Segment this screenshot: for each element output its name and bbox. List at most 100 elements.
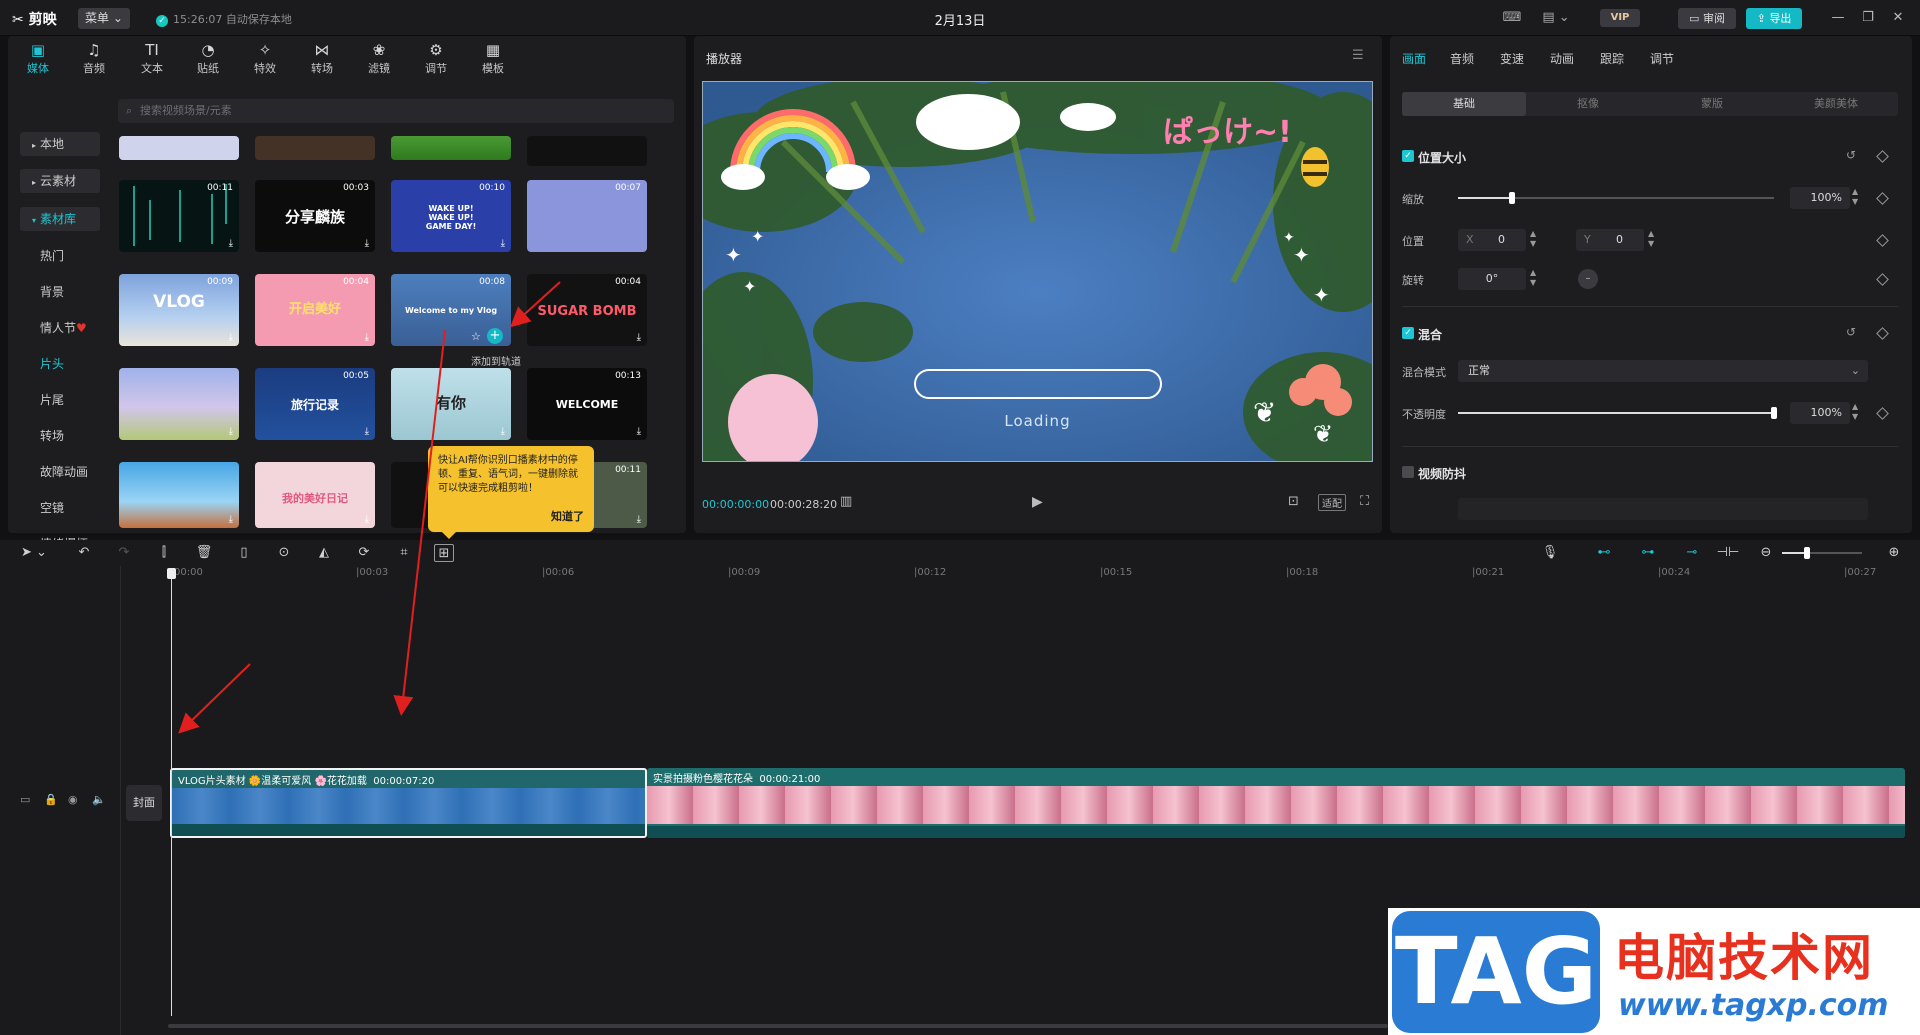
media-thumbnail[interactable]: 开启美好 00:04 ⤓ <box>255 274 375 346</box>
tab-transition[interactable]: ⋈ 转场 <box>296 40 348 78</box>
undo-icon[interactable]: ↶ <box>74 544 94 562</box>
sidebar-item-glitch[interactable]: 故障动画 <box>28 460 108 484</box>
smart-frame-icon[interactable]: ⊞ <box>434 544 454 562</box>
ratio-button[interactable]: 适配 <box>1318 494 1346 511</box>
video-clip-intro[interactable]: VLOG片头素材 🌼温柔可爱风 🌸花花加载 00:00:07:20 <box>170 768 647 838</box>
y-stepper-icon[interactable]: ▲ ▼ <box>1648 229 1654 249</box>
download-icon[interactable]: ⤓ <box>501 426 505 437</box>
sidebar-item-library[interactable]: ▾ 素材库 <box>20 207 100 231</box>
preview-axis-icon[interactable]: ⊣⊢ <box>1716 544 1740 562</box>
media-thumbnail[interactable]: VLOG 00:09 ⤓ <box>119 274 239 346</box>
favorite-icon[interactable]: ☆ <box>471 330 481 343</box>
media-thumbnail[interactable] <box>391 136 511 160</box>
download-icon[interactable]: ⤓ <box>637 514 641 525</box>
media-thumbnail[interactable]: 00:07 <box>527 180 647 252</box>
stabilize-checkbox[interactable] <box>1402 466 1414 478</box>
sidebar-item-valentine[interactable]: 情人节♥ <box>28 316 108 340</box>
tab-text[interactable]: TI 文本 <box>126 40 178 78</box>
scale-input[interactable]: 100% <box>1790 187 1850 209</box>
download-icon[interactable]: ⤓ <box>229 238 233 249</box>
tab-animation[interactable]: 动画 <box>1550 50 1574 67</box>
media-thumbnail[interactable]: SUGAR BOMB 00:04 ⤓ <box>527 274 647 346</box>
scale-knob[interactable] <box>1509 192 1515 204</box>
menu-button[interactable]: 菜单 ⌄ <box>78 8 130 29</box>
download-icon[interactable]: ⤓ <box>365 426 369 437</box>
fullscreen-icon[interactable]: ⛶ <box>1360 494 1369 509</box>
opacity-knob[interactable] <box>1771 407 1777 419</box>
tab-picture[interactable]: 画面 <box>1402 50 1426 67</box>
screenshot-icon[interactable]: ⊡ <box>1288 494 1299 509</box>
split-icon[interactable]: ⫿ <box>154 544 174 562</box>
media-thumbnail[interactable]: WELCOME 00:13 ⤓ <box>527 368 647 440</box>
sidebar-item-empty-shot[interactable]: 空镜 <box>28 496 108 520</box>
subtab-mask[interactable]: 蒙版 <box>1650 92 1774 116</box>
media-thumbnail[interactable]: 分享麟族 00:03 ⤓ <box>255 180 375 252</box>
sidebar-item-transition[interactable]: 转场 <box>28 424 108 448</box>
media-thumbnail[interactable] <box>119 136 239 160</box>
playhead[interactable] <box>167 568 176 1016</box>
sidebar-item-local[interactable]: ▸ 本地 <box>20 132 100 156</box>
blend-mode-select[interactable]: 正常 ⌄ <box>1458 360 1868 382</box>
download-icon[interactable]: ⤓ <box>365 514 369 525</box>
media-thumbnail[interactable]: 我的美好日记 ⤓ <box>255 462 375 528</box>
media-thumbnail[interactable] <box>255 136 375 160</box>
sidebar-item-intro[interactable]: 片头 <box>28 352 108 376</box>
rotate-input[interactable]: 0° <box>1458 268 1526 290</box>
download-icon[interactable]: ⤓ <box>229 514 233 525</box>
download-icon[interactable]: ⤓ <box>229 426 233 437</box>
scale-slider[interactable] <box>1458 192 1774 204</box>
hamburger-menu-icon[interactable]: ☰ <box>1352 48 1364 63</box>
scale-stepper-icon[interactable]: ▲ ▼ <box>1852 187 1858 207</box>
download-icon[interactable]: ⤓ <box>229 332 233 343</box>
subtab-basic[interactable]: 基础 <box>1402 92 1526 116</box>
mirror-icon[interactable]: ◭ <box>314 544 334 562</box>
sidebar-item-outro[interactable]: 片尾 <box>28 388 108 412</box>
download-icon[interactable]: ⤓ <box>637 332 641 343</box>
add-to-track-icon[interactable]: + <box>487 328 503 344</box>
media-thumbnail[interactable]: WAKE UP! WAKE UP! GAME DAY! 00:10 ⤓ <box>391 180 511 252</box>
media-thumbnail[interactable]: ⤓ <box>119 462 239 528</box>
cover-button[interactable]: 封面 <box>126 785 162 821</box>
layout-icon[interactable]: ▤ ⌄ <box>1538 8 1574 28</box>
reset-icon[interactable]: ↺ <box>1846 325 1856 339</box>
rotate-stepper-icon[interactable]: ▲ ▼ <box>1530 268 1536 288</box>
tab-effects[interactable]: ✧ 特效 <box>239 40 291 78</box>
download-icon[interactable]: ⤓ <box>501 238 505 249</box>
video-clip-sakura[interactable]: 实景拍摄粉色樱花花朵 00:00:21:00 <box>647 768 1905 838</box>
opacity-slider[interactable] <box>1458 407 1777 419</box>
search-input[interactable]: ⌕ 搜索视频场景/元素 <box>118 99 674 123</box>
download-icon[interactable]: ⤓ <box>365 332 369 343</box>
tab-speed[interactable]: 变速 <box>1500 50 1524 67</box>
play-icon[interactable]: ▶ <box>1032 494 1043 510</box>
pos-size-checkbox[interactable]: ✓ <box>1402 150 1414 162</box>
subtab-cutout[interactable]: 抠像 <box>1526 92 1650 116</box>
download-icon[interactable]: ⤓ <box>637 426 641 437</box>
microphone-icon[interactable]: 🎙 <box>1540 544 1560 562</box>
sidebar-item-background[interactable]: 背景 <box>28 280 108 304</box>
sidebar-item-cloud[interactable]: ▸ 云素材 <box>20 169 100 193</box>
media-thumbnail[interactable]: 旅行记录 00:05 ⤓ <box>255 368 375 440</box>
opacity-input[interactable]: 100% <box>1790 402 1850 424</box>
got-it-button[interactable]: 知道了 <box>551 510 584 524</box>
shortcut-icon[interactable]: ⌨ <box>1500 8 1524 28</box>
sidebar-item-hot[interactable]: 热门 <box>28 244 108 268</box>
reverse-icon[interactable]: ⊙ <box>274 544 294 562</box>
linkage-icon[interactable]: ⊸ <box>1680 544 1704 562</box>
minimize-icon[interactable]: — <box>1826 7 1850 29</box>
tab-filter[interactable]: ❀ 滤镜 <box>353 40 405 78</box>
delete-icon[interactable]: 🗑 <box>194 544 214 562</box>
playhead-handle[interactable] <box>167 568 176 579</box>
tab-media[interactable]: ▣ 媒体 <box>12 40 64 78</box>
opacity-stepper-icon[interactable]: ▲ ▼ <box>1852 402 1858 422</box>
review-button[interactable]: ▭ 审阅 <box>1678 8 1736 29</box>
timeline-view-icon[interactable]: ▥ <box>840 494 852 509</box>
vip-badge[interactable]: VIP <box>1600 9 1640 27</box>
media-thumbnail[interactable]: ⤓ <box>119 368 239 440</box>
tab-adjust[interactable]: ⚙ 调节 <box>410 40 462 78</box>
crop-icon[interactable]: ⌗ <box>394 544 414 562</box>
media-thumbnail[interactable] <box>527 136 647 166</box>
rotate-icon[interactable]: ⟳ <box>354 544 374 562</box>
tab-audio[interactable]: ♫ 音频 <box>68 40 120 78</box>
lock-icon[interactable]: 🔒 <box>44 793 58 806</box>
freeze-icon[interactable]: ▯ <box>234 544 254 562</box>
